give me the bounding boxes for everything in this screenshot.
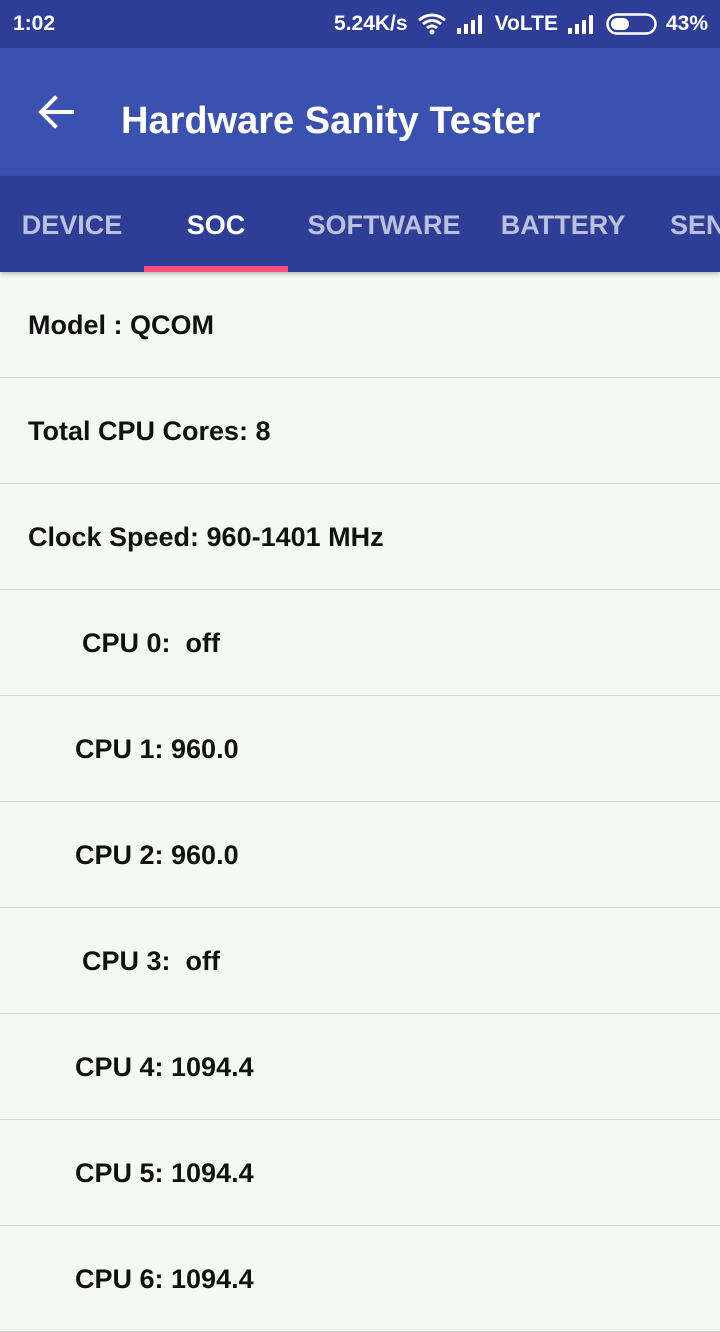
list-item-cpu0: CPU 0: off <box>0 590 720 696</box>
tab-bar: DEVICE SOC SOFTWARE BATTERY SEN <box>0 176 720 272</box>
tab-sensors[interactable]: SEN <box>670 176 720 272</box>
list-item-cpu2: CPU 2: 960.0 <box>0 802 720 908</box>
tab-soc[interactable]: SOC <box>144 176 288 272</box>
cpu1-text: CPU 1: 960.0 <box>75 734 239 764</box>
list-item-cpu3: CPU 3: off <box>0 908 720 1014</box>
list-item-cpu4: CPU 4: 1094.4 <box>0 1014 720 1120</box>
list-item-cpu-cores: Total CPU Cores: 8 <box>0 378 720 484</box>
app-toolbar: Hardware Sanity Tester <box>0 48 720 176</box>
battery-indicator: 43% <box>606 12 708 36</box>
status-icons: 5.24K/s VoLTE 43% <box>334 12 708 36</box>
volte-label: VoLTE <box>494 12 558 35</box>
cpu-cores-text: Total CPU Cores: 8 <box>28 416 271 446</box>
signal-icon-2 <box>567 14 597 34</box>
wifi-icon <box>417 13 447 35</box>
cpu5-text: CPU 5: 1094.4 <box>75 1158 254 1188</box>
page-title: Hardware Sanity Tester <box>121 100 541 142</box>
tab-device[interactable]: DEVICE <box>0 176 144 272</box>
tab-software[interactable]: SOFTWARE <box>288 176 480 272</box>
cpu3-text: CPU 3: off <box>82 946 220 976</box>
cpu2-text: CPU 2: 960.0 <box>75 840 239 870</box>
back-arrow-icon <box>38 95 74 129</box>
cpu0-text: CPU 0: off <box>82 628 220 658</box>
status-bar: 1:02 5.24K/s VoLTE 43% <box>0 0 720 48</box>
network-speed: 5.24K/s <box>334 12 408 35</box>
cpu4-text: CPU 4: 1094.4 <box>75 1052 254 1082</box>
status-time: 1:02 <box>13 12 56 35</box>
battery-percent: 43% <box>665 12 708 35</box>
clock-speed-text: Clock Speed: 960-1401 MHz <box>28 522 384 552</box>
soc-info-list[interactable]: Model : QCOM Total CPU Cores: 8 Clock Sp… <box>0 272 720 1332</box>
back-button[interactable] <box>28 84 84 140</box>
list-item-cpu6: CPU 6: 1094.4 <box>0 1226 720 1332</box>
battery-icon <box>606 13 657 35</box>
list-item-model: Model : QCOM <box>0 272 720 378</box>
tab-battery[interactable]: BATTERY <box>480 176 646 272</box>
model-text: Model : QCOM <box>28 310 214 340</box>
list-item-cpu5: CPU 5: 1094.4 <box>0 1120 720 1226</box>
list-item-clock-speed: Clock Speed: 960-1401 MHz <box>0 484 720 590</box>
list-item-cpu1: CPU 1: 960.0 <box>0 696 720 802</box>
signal-icon <box>456 14 486 34</box>
